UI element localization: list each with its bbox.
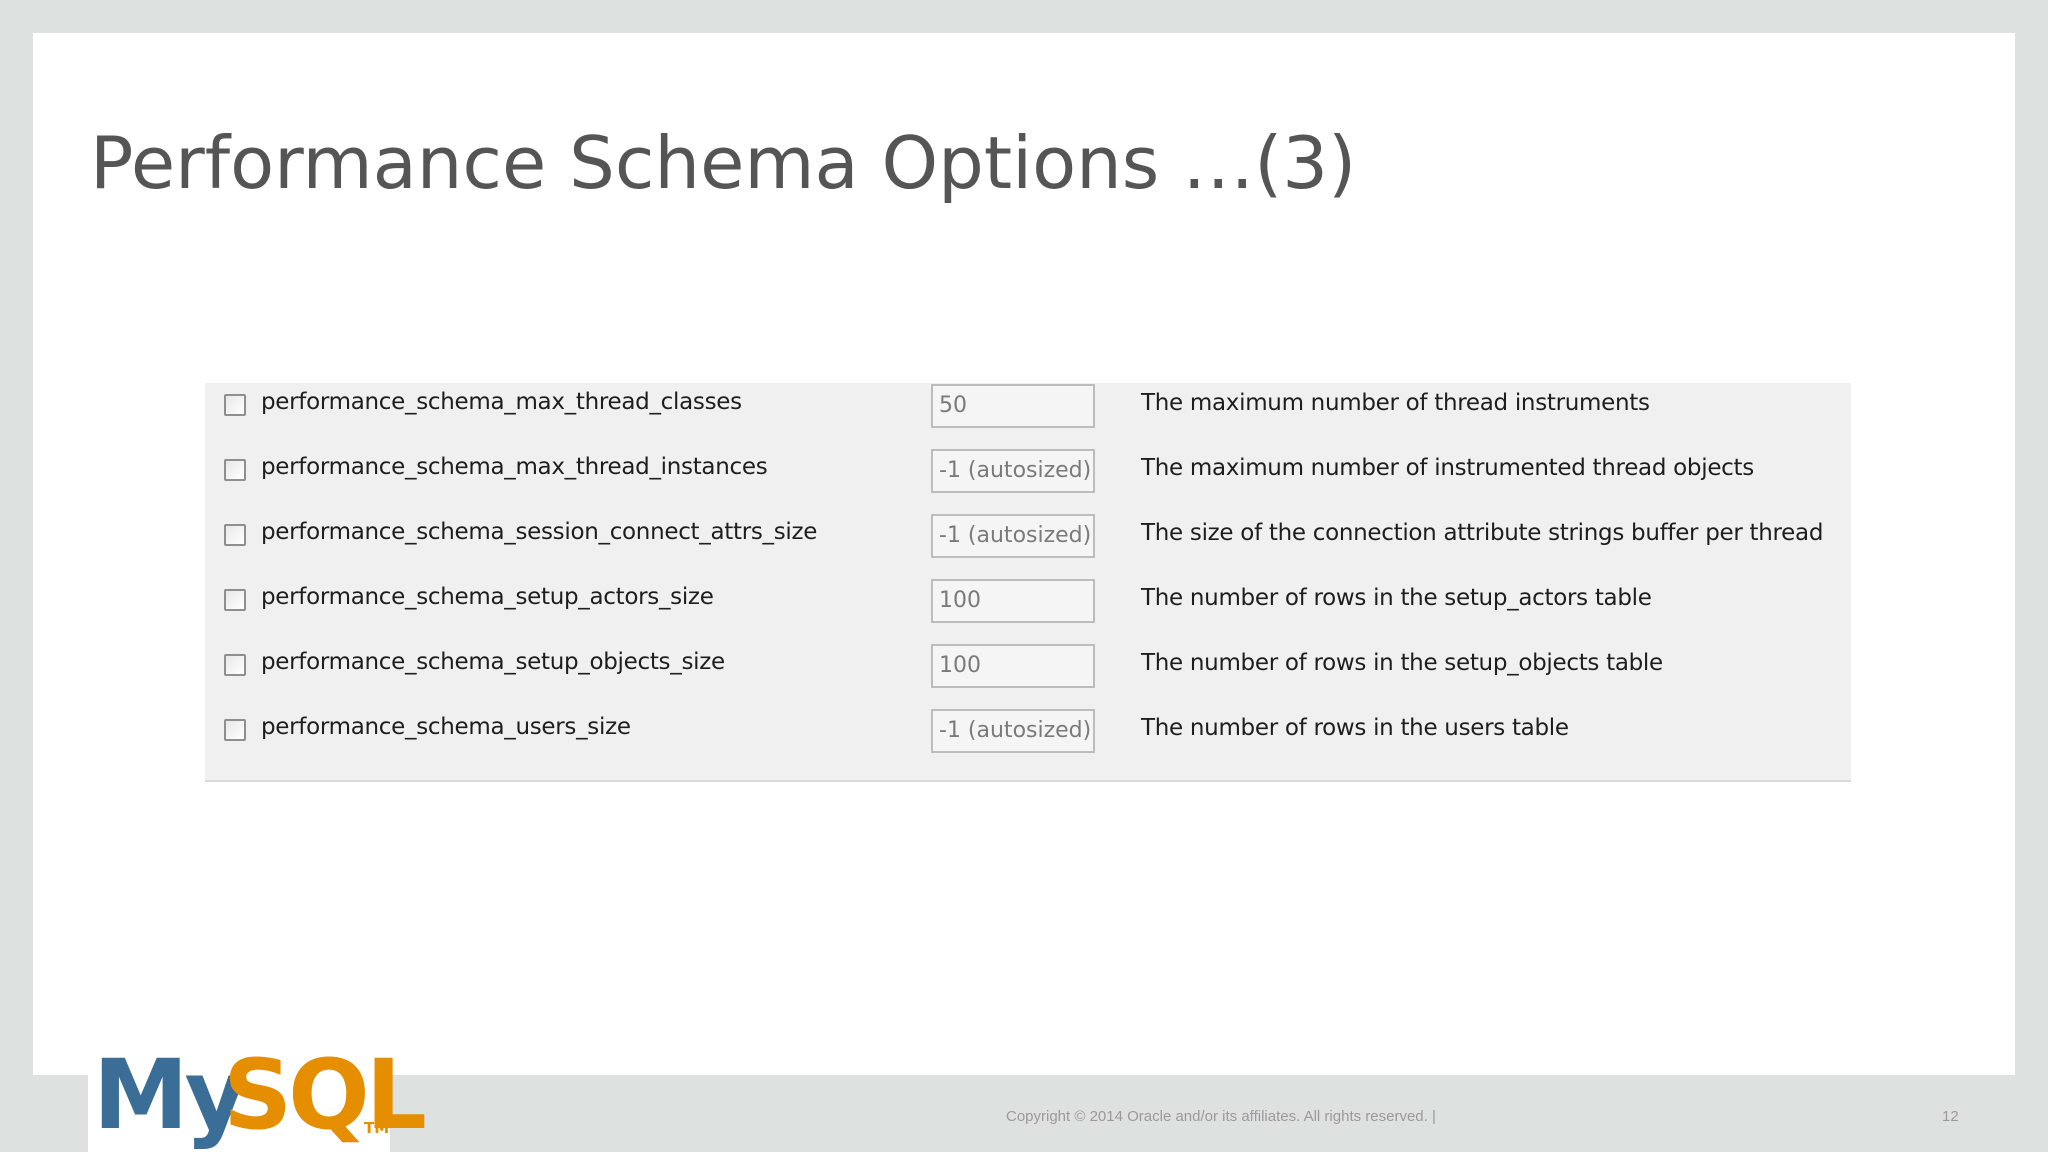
option-row: performance_schema_max_thread_classes 50… — [205, 383, 1851, 431]
option-row: performance_schema_setup_objects_size 10… — [205, 643, 1851, 691]
option-description: The number of rows in the setup_objects … — [1141, 650, 1663, 676]
option-checkbox[interactable] — [224, 719, 246, 741]
option-description: The size of the connection attribute str… — [1141, 520, 1824, 546]
option-name: performance_schema_max_thread_classes — [261, 389, 742, 415]
option-description: The maximum number of instrumented threa… — [1141, 455, 1754, 481]
option-value-field[interactable]: -1 (autosized) — [931, 709, 1095, 753]
option-row: performance_schema_setup_actors_size 100… — [205, 578, 1851, 626]
options-panel: performance_schema_max_thread_classes 50… — [205, 383, 1851, 782]
option-value-field[interactable]: 100 — [931, 579, 1095, 623]
option-name: performance_schema_max_thread_instances — [261, 454, 768, 480]
option-description: The number of rows in the setup_actors t… — [1141, 585, 1652, 611]
option-row: performance_schema_users_size -1 (autosi… — [205, 708, 1851, 756]
logo-trademark: TM — [364, 1119, 390, 1137]
option-value-field[interactable]: 100 — [931, 644, 1095, 688]
option-name: performance_schema_session_connect_attrs… — [261, 519, 818, 545]
page-number: 12 — [1942, 1108, 1959, 1125]
option-name: performance_schema_setup_objects_size — [261, 649, 725, 675]
option-row: performance_schema_max_thread_instances … — [205, 448, 1851, 496]
logo-text-my: My — [93, 1039, 247, 1151]
option-value-field[interactable]: -1 (autosized) — [931, 514, 1095, 558]
option-checkbox[interactable] — [224, 654, 246, 676]
option-value-field[interactable]: 50 — [931, 384, 1095, 428]
option-value-field[interactable]: -1 (autosized) — [931, 449, 1095, 493]
option-checkbox[interactable] — [224, 459, 246, 481]
slide-title: Performance Schema Options …(3) — [90, 121, 1357, 205]
option-description: The maximum number of thread instruments — [1141, 390, 1650, 416]
copyright-notice: Copyright © 2014 Oracle and/or its affil… — [1006, 1108, 1436, 1125]
option-row: performance_schema_session_connect_attrs… — [205, 513, 1851, 561]
option-checkbox[interactable] — [224, 394, 246, 416]
logo-text-sql: SQL — [223, 1039, 427, 1151]
option-name: performance_schema_setup_actors_size — [261, 584, 714, 610]
option-checkbox[interactable] — [224, 524, 246, 546]
option-name: performance_schema_users_size — [261, 714, 631, 740]
option-description: The number of rows in the users table — [1141, 715, 1569, 741]
option-checkbox[interactable] — [224, 589, 246, 611]
mysql-logo: My SQL TM — [88, 1039, 427, 1152]
